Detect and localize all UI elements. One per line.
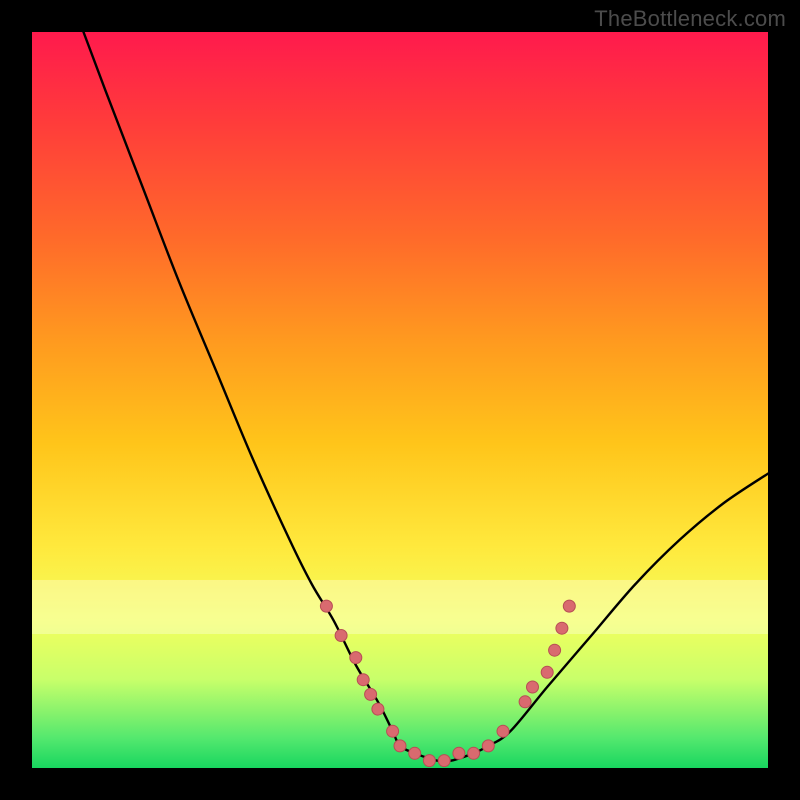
scatter-dot [468, 747, 480, 759]
chart-svg [32, 32, 768, 768]
scatter-dot [482, 740, 494, 752]
plot-area [32, 32, 768, 768]
scatter-dot [423, 755, 435, 767]
watermark-text: TheBottleneck.com [594, 6, 786, 32]
scatter-dot [357, 674, 369, 686]
curve-group [84, 32, 769, 762]
scatter-dot [541, 666, 553, 678]
scatter-dot [549, 644, 561, 656]
scatter-dot [563, 600, 575, 612]
scatter-dots [320, 600, 575, 767]
scatter-dot [394, 740, 406, 752]
scatter-dot [372, 703, 384, 715]
chart-frame: TheBottleneck.com [0, 0, 800, 800]
scatter-dot [387, 725, 399, 737]
bottleneck-curve [84, 32, 769, 762]
scatter-dot [320, 600, 332, 612]
scatter-dot [519, 696, 531, 708]
scatter-dot [365, 688, 377, 700]
scatter-dot [438, 755, 450, 767]
scatter-dot [556, 622, 568, 634]
scatter-dot [453, 747, 465, 759]
scatter-dot [350, 652, 362, 664]
scatter-dot [497, 725, 509, 737]
scatter-dot [527, 681, 539, 693]
scatter-dot [409, 747, 421, 759]
scatter-dot [335, 630, 347, 642]
